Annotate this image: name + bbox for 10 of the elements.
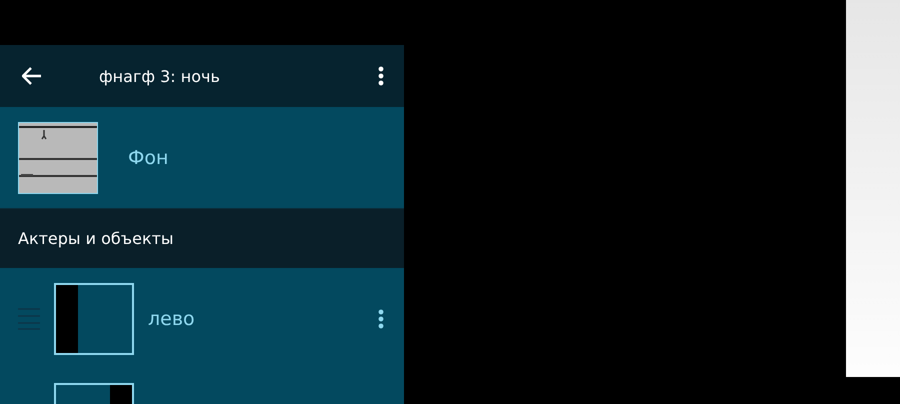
section-title: Актеры и объекты [18, 229, 174, 248]
background-row[interactable]: Фон [0, 107, 404, 209]
back-arrow-icon[interactable] [22, 67, 42, 85]
drag-handle-icon[interactable] [18, 308, 40, 330]
toolbar-title: фнагф 3: ночь [99, 66, 221, 86]
more-options-icon[interactable] [378, 309, 384, 329]
object-label: лево [148, 308, 196, 330]
background-label: Фон [128, 146, 168, 168]
more-options-icon[interactable] [378, 66, 384, 86]
object-row[interactable]: лево [0, 268, 404, 368]
